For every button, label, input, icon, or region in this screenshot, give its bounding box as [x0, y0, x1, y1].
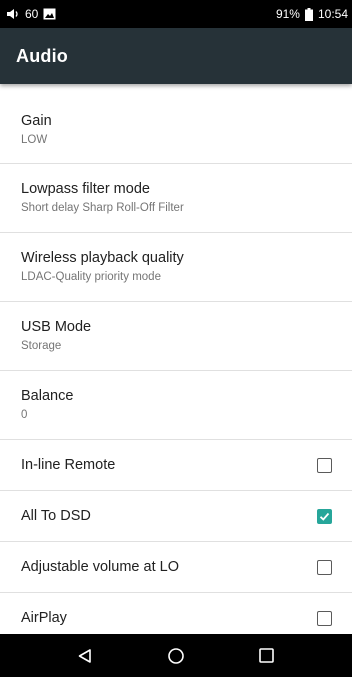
setting-summary: LDAC-Quality priority mode	[21, 271, 161, 283]
recents-button[interactable]	[247, 636, 287, 676]
image-notification-icon	[43, 8, 56, 20]
status-bar-left: 60	[6, 7, 56, 21]
adjustable-volume-setting[interactable]: Adjustable volume at LO	[0, 542, 352, 593]
setting-title: Gain	[21, 112, 52, 129]
battery-percent: 91%	[275, 7, 300, 21]
gain-setting[interactable]: Gain LOW	[0, 84, 352, 164]
airplay-setting[interactable]: AirPlay	[0, 593, 352, 634]
setting-summary: Short delay Sharp Roll-Off Filter	[21, 202, 184, 214]
back-button[interactable]	[65, 636, 105, 676]
status-bar-right: 91% 10:54	[276, 7, 348, 21]
home-icon	[168, 647, 184, 664]
airplay-checkbox[interactable]	[317, 610, 332, 626]
setting-title: All To DSD	[21, 507, 91, 524]
volume-level: 60	[25, 7, 39, 21]
setting-title: USB Mode	[21, 319, 92, 335]
page-title: Audio	[16, 45, 68, 66]
setting-title: In-line Remote	[21, 456, 116, 473]
adjustable-volume-checkbox[interactable]	[317, 559, 332, 575]
back-icon	[79, 648, 92, 663]
inline-remote-setting[interactable]: In-line Remote	[0, 440, 352, 491]
app-bar: Audio	[0, 28, 352, 84]
inline-remote-checkbox[interactable]	[317, 457, 332, 473]
usb-mode-setting[interactable]: USB Mode Storage	[0, 302, 352, 371]
setting-title: Lowpass filter mode	[21, 181, 150, 197]
battery-icon	[304, 7, 313, 21]
setting-summary: 0	[21, 409, 28, 421]
clock: 10:54	[317, 7, 348, 21]
setting-summary: Storage	[21, 340, 62, 352]
setting-title: Balance	[21, 388, 74, 404]
all-to-dsd-setting[interactable]: All To DSD	[0, 491, 352, 542]
navigation-bar	[0, 634, 352, 677]
home-button[interactable]	[156, 636, 196, 676]
settings-list[interactable]: Gain LOW Lowpass filter mode Short delay…	[0, 84, 352, 634]
status-bar: 60 91% 10:54	[0, 0, 352, 28]
setting-summary: LOW	[21, 133, 48, 146]
volume-icon	[6, 8, 20, 20]
all-to-dsd-checkbox[interactable]	[317, 508, 332, 524]
recents-icon	[259, 648, 274, 663]
setting-title: Adjustable volume at LO	[21, 558, 179, 575]
setting-title: Wireless playback quality	[21, 250, 184, 266]
setting-title: AirPlay	[21, 609, 67, 626]
balance-setting[interactable]: Balance 0	[0, 371, 352, 440]
wireless-quality-setting[interactable]: Wireless playback quality LDAC-Quality p…	[0, 233, 352, 302]
checkmark-icon	[319, 512, 330, 521]
lowpass-filter-setting[interactable]: Lowpass filter mode Short delay Sharp Ro…	[0, 164, 352, 233]
